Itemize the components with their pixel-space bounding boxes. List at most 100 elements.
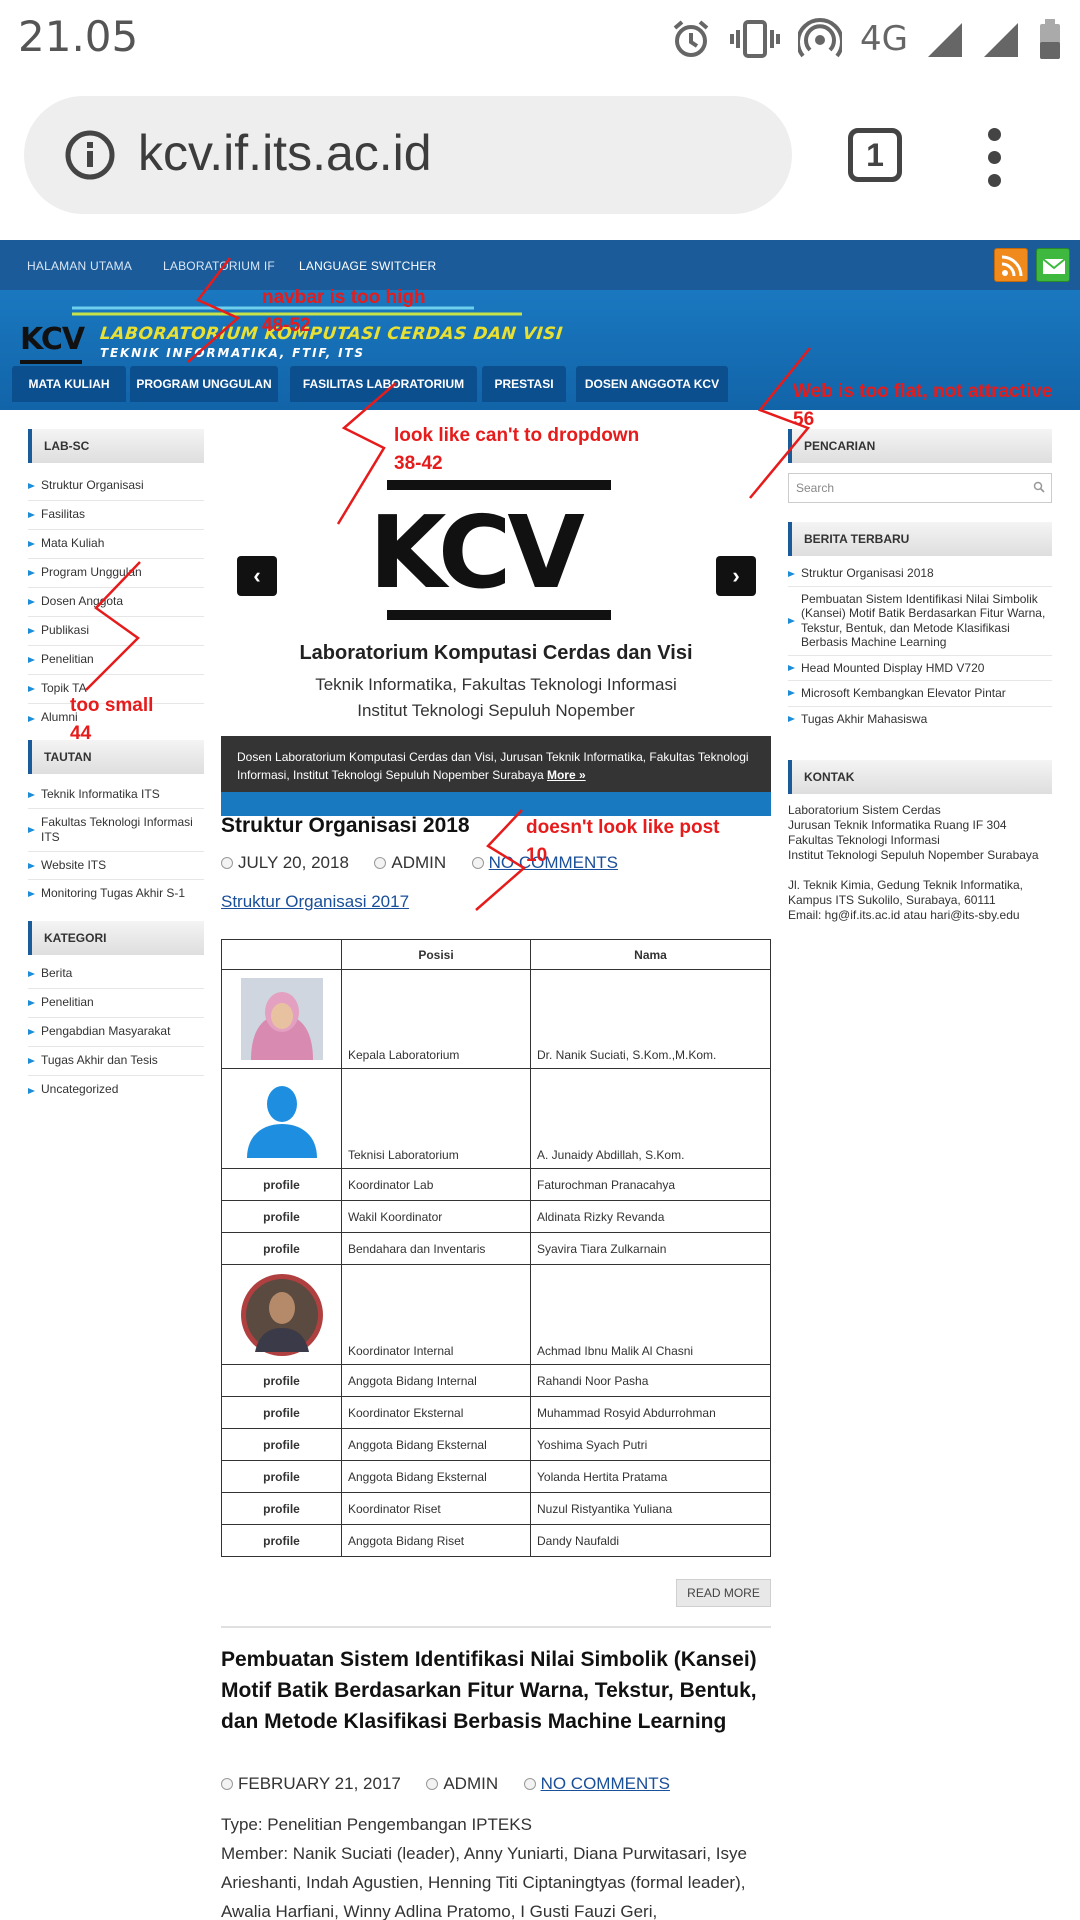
nav-mata-kuliah[interactable]: MATA KULIAH <box>12 366 126 402</box>
vibrate-icon <box>730 20 781 58</box>
sidebar-item[interactable]: Penelitian <box>28 646 204 675</box>
image-slider[interactable]: KCV Laboratorium Komputasi Cerdas dan Vi… <box>221 432 771 792</box>
broken-image-icon: profile <box>263 1405 300 1420</box>
sidebar-item[interactable]: Penelitian <box>28 989 204 1018</box>
sidebar-item[interactable]: Fasilitas <box>28 501 204 530</box>
related-post-link[interactable]: Struktur Organisasi 2017 <box>221 892 409 912</box>
overflow-menu-icon[interactable] <box>980 128 1010 188</box>
topnav-laboratorium-if[interactable]: LABORATORIUM IF <box>163 259 275 273</box>
sidebar-item[interactable]: Uncategorized <box>28 1076 204 1105</box>
news-item[interactable]: Tugas Akhir Mahasiswa <box>788 707 1052 732</box>
nav-program-unggulan[interactable]: PROGRAM UNGGULAN <box>130 366 278 402</box>
slider-logo-bar <box>387 480 611 490</box>
info-icon[interactable] <box>64 129 116 181</box>
widget-title-tautan: TAUTAN <box>28 740 204 774</box>
post-author[interactable]: ADMIN <box>391 853 446 872</box>
position-cell: Teknisi Laboratorium <box>341 1068 531 1169</box>
name-cell: Yolanda Hertita Pratama <box>530 1460 771 1493</box>
news-item[interactable]: Struktur Organisasi 2018 <box>788 562 1052 587</box>
sidebar-item[interactable]: Pengabdian Masyarakat <box>28 1018 204 1047</box>
nav-fasilitas-laboratorium[interactable]: FASILITAS LABORATORIUM <box>290 366 477 402</box>
search-icon[interactable] <box>1033 481 1045 493</box>
table-row: profile Anggota Bidang Eksternal Yoshima S… <box>221 1428 771 1461</box>
name-cell: Nuzul Ristyantika Yuliana <box>530 1492 771 1525</box>
table-row: Kepala Laboratorium Dr. Nanik Suciati, S.… <box>221 969 771 1069</box>
slider-subheading: Institut Teknologi Sepuluh Nopember <box>357 701 635 720</box>
position-cell: Wakil Koordinator <box>341 1200 531 1233</box>
sidebar-item[interactable]: Dosen Anggota <box>28 588 204 617</box>
email-icon[interactable] <box>1036 248 1070 282</box>
photo-cell: profile <box>221 1428 342 1461</box>
sidebar-item[interactable]: Program Unggulan <box>28 559 204 588</box>
slider-next-button[interactable]: › <box>716 556 756 596</box>
search-input[interactable]: Search <box>788 473 1052 503</box>
name-cell: Syavira Tiara Zulkarnain <box>530 1232 771 1265</box>
position-cell: Koordinator Lab <box>341 1168 531 1201</box>
tab-switcher-button[interactable]: 1 <box>848 128 902 182</box>
news-item[interactable]: Head Mounted Display HMD V720 <box>788 656 1052 681</box>
contact-line: Institut Teknologi Sepuluh Nopember Sura… <box>788 848 1039 862</box>
news-item[interactable]: Pembuatan Sistem Identifikasi Nilai Simb… <box>788 587 1052 656</box>
url-text[interactable]: kcv.if.its.ac.id <box>138 124 432 182</box>
position-cell: Kepala Laboratorium <box>341 969 531 1069</box>
contact-email: Email: hg@if.its.ac.id atau hari@its-sby… <box>788 908 1020 922</box>
slider-subheading: Teknik Informatika, Fakultas Teknologi I… <box>315 675 677 694</box>
rss-icon[interactable] <box>994 248 1028 282</box>
sidebar-item[interactable]: Monitoring Tugas Akhir S-1 <box>28 880 204 907</box>
widget-title-lab-sc: LAB-SC <box>28 429 204 463</box>
photo-cell: profile <box>221 1232 342 1265</box>
post-excerpt: Type: Penelitian Pengembangan IPTEKS Mem… <box>221 1810 781 1920</box>
nav-prestasi[interactable]: PRESTASI <box>482 366 566 402</box>
position-cell: Anggota Bidang Internal <box>341 1364 531 1397</box>
sidebar-item[interactable]: Fakultas Teknologi Informasi ITS <box>28 809 204 852</box>
status-icons: 4G <box>670 14 1062 64</box>
sidebar-item[interactable]: Tugas Akhir dan Tesis <box>28 1047 204 1076</box>
post-type: Type: Penelitian Pengembangan IPTEKS <box>221 1815 532 1834</box>
sidebar-item[interactable]: Publikasi <box>28 617 204 646</box>
hotspot-icon <box>798 18 843 58</box>
news-item[interactable]: Microsoft Kembangkan Elevator Pintar <box>788 681 1052 707</box>
post-comments-link[interactable]: NO COMMENTS <box>541 1774 670 1793</box>
post-separator <box>221 1626 771 1628</box>
table-row: Teknisi Laboratorium A. Junaidy Abdillah,… <box>221 1068 771 1169</box>
sidebar-item[interactable]: Struktur Organisasi <box>28 472 204 501</box>
sidebar-item[interactable]: Alumni <box>28 704 204 733</box>
site-title[interactable]: LABORATORIUM KOMPUTASI CERDAS DAN VISI <box>99 324 564 344</box>
topnav-language-switcher[interactable]: LANGUAGE SWITCHER <box>299 259 436 273</box>
post-title[interactable]: Struktur Organisasi 2018 <box>221 814 470 838</box>
post-date: FEBRUARY 21, 2017 <box>238 1774 401 1793</box>
post-comments-link[interactable]: NO COMMENTS <box>489 853 618 872</box>
sidebar-item[interactable]: Mata Kuliah <box>28 530 204 559</box>
member-photo <box>240 978 323 1060</box>
photo-cell: profile <box>221 1364 342 1397</box>
widget-title-berita-terbaru: BERITA TERBARU <box>788 522 1052 556</box>
table-row: profile Anggota Bidang Riset Dandy Naufald… <box>221 1524 771 1557</box>
post-date: JULY 20, 2018 <box>238 853 349 872</box>
sidebar-item[interactable]: Teknik Informatika ITS <box>28 781 204 809</box>
site-subtitle: TEKNIK INFORMATIKA, FTIF, ITS <box>100 346 365 360</box>
post-title[interactable]: Pembuatan Sistem Identifikasi Nilai Simb… <box>221 1644 771 1737</box>
nav-dosen-anggota-kcv[interactable]: DOSEN ANGGOTA KCV <box>576 366 728 402</box>
read-more-button[interactable]: READ MORE <box>676 1579 771 1607</box>
lab-sc-list: Struktur Organisasi Fasilitas Mata Kulia… <box>28 472 204 733</box>
caption-more-link[interactable]: More » <box>547 768 586 782</box>
broken-image-icon: profile <box>263 1437 300 1452</box>
table-row: profile Koordinator Riset Nuzul Ristyantik… <box>221 1492 771 1525</box>
sidebar-item[interactable]: Website ITS <box>28 852 204 880</box>
site-header: KCV LABORATORIUM KOMPUTASI CERDAS DAN VI… <box>0 290 1080 410</box>
topnav-halaman-utama[interactable]: HALAMAN UTAMA <box>27 259 132 273</box>
slider-prev-button[interactable]: ‹ <box>237 556 277 596</box>
default-avatar-icon <box>246 1085 317 1158</box>
table-row: profile Anggota Bidang Internal Rahandi No… <box>221 1364 771 1397</box>
site-logo[interactable]: KCV <box>20 322 85 357</box>
photo-cell: profile <box>221 1200 342 1233</box>
network-type: 4G <box>860 19 908 59</box>
broken-image-icon: profile <box>263 1177 300 1192</box>
sidebar-item[interactable]: Topik TA <box>28 675 204 704</box>
post-author[interactable]: ADMIN <box>443 1774 498 1793</box>
name-cell: Dandy Naufaldi <box>530 1524 771 1557</box>
table-header <box>221 939 342 970</box>
address-bar[interactable]: kcv.if.its.ac.id <box>24 96 792 214</box>
sidebar-item[interactable]: Berita <box>28 960 204 989</box>
name-cell: Muhammad Rosyid Abdurrohman <box>530 1396 771 1429</box>
